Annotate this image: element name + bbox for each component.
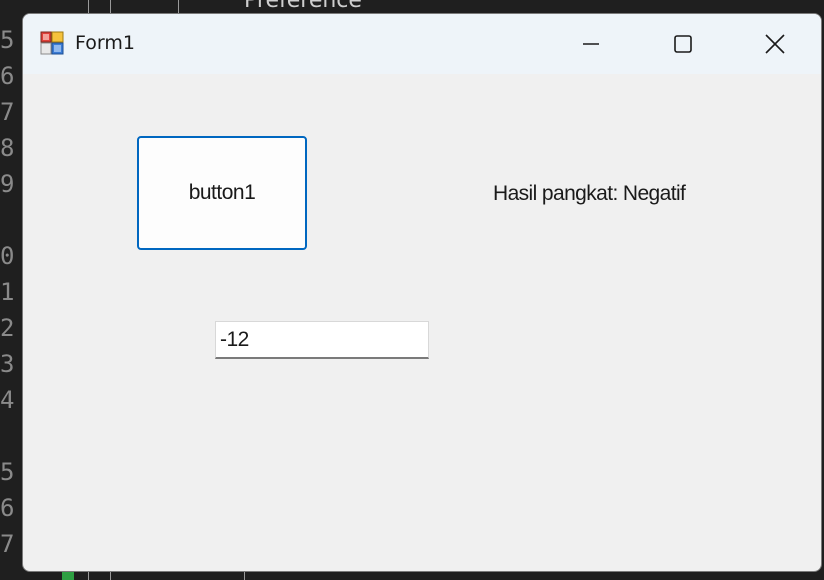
background-line-number (0, 418, 22, 454)
background-line-number: 3 (0, 350, 15, 378)
background-line-number: 8 (0, 134, 15, 162)
background-line-number: 6 (0, 62, 15, 90)
background-divider (110, 0, 111, 14)
background-line-number: 7 (0, 98, 15, 126)
button1[interactable]: button1 (137, 136, 307, 250)
background-line-numbers: 5 6 7 8 9 0 1 2 3 4 5 6 7 (0, 22, 22, 562)
maximize-icon (674, 35, 692, 53)
minimize-icon (583, 43, 599, 45)
close-button[interactable] (729, 14, 821, 74)
result-label: Hasil pangkat: Negatif (493, 182, 686, 205)
close-icon (765, 34, 785, 54)
background-line-number (0, 202, 22, 238)
window-title: Form1 (75, 32, 135, 54)
minimize-button[interactable] (545, 14, 637, 74)
number-input[interactable] (215, 321, 429, 359)
maximize-button[interactable] (637, 14, 729, 74)
background-line-number: 9 (0, 170, 15, 198)
background-divider (88, 0, 89, 14)
background-line-number: 6 (0, 494, 15, 522)
winforms-app-icon (40, 31, 64, 55)
background-line-number: 5 (0, 458, 15, 486)
background-line-number: 2 (0, 314, 15, 342)
background-git-marker (62, 571, 74, 580)
title-bar[interactable]: Form1 (23, 14, 821, 74)
form1-window: Form1 button1 Hasil pangkat: Negatif (22, 13, 822, 572)
background-editor-text: Preference (244, 0, 362, 13)
background-line-number: 5 (0, 26, 15, 54)
background-divider (178, 0, 179, 14)
background-line-number: 7 (0, 530, 15, 558)
background-line-number: 0 (0, 242, 15, 270)
background-line-number: 1 (0, 278, 15, 306)
background-line-number: 4 (0, 386, 15, 414)
